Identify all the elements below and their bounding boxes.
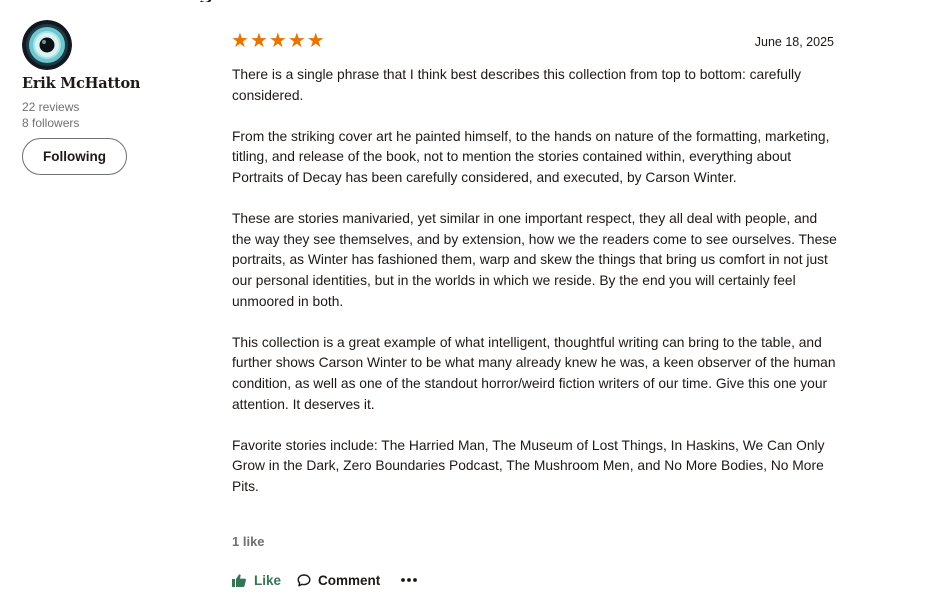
comment-bubble-icon bbox=[297, 573, 311, 587]
clipped-heading-fragment bbox=[198, 0, 214, 2]
comment-label: Comment bbox=[318, 572, 381, 588]
review-paragraph: This collection is a great example of wh… bbox=[232, 334, 836, 412]
review-text: There is a single phrase that I think be… bbox=[232, 65, 838, 518]
avatar[interactable] bbox=[22, 20, 72, 70]
star-icon: ★ bbox=[306, 30, 325, 52]
comment-button[interactable]: Comment bbox=[297, 573, 380, 588]
followers-count[interactable]: 8 followers bbox=[22, 115, 79, 131]
review-paragraph: From the striking cover art he painted h… bbox=[232, 128, 830, 185]
like-label: Like bbox=[254, 572, 282, 588]
review-paragraph: These are stories manivaried, yet simila… bbox=[232, 211, 837, 309]
more-dots-icon bbox=[401, 578, 418, 582]
following-button[interactable]: Following bbox=[22, 138, 127, 175]
star-icon: ★ bbox=[231, 30, 249, 52]
star-icon: ★ bbox=[268, 30, 287, 52]
review-paragraph: There is a single phrase that I think be… bbox=[232, 67, 802, 103]
star-icon: ★ bbox=[249, 30, 268, 52]
review-actions: Like Comment bbox=[232, 570, 418, 590]
reviewer-stats: 22 reviews 8 followers bbox=[22, 99, 79, 131]
thumbs-up-icon bbox=[232, 573, 246, 587]
review-date[interactable]: June 18, 2025 bbox=[700, 35, 834, 49]
likes-count[interactable]: 1 like bbox=[232, 534, 265, 549]
star-icon: ★ bbox=[287, 30, 306, 52]
like-button[interactable]: Like bbox=[232, 573, 281, 588]
star-rating: ★ ★ ★ ★ ★ bbox=[231, 30, 325, 52]
review-paragraph: Favorite stories include: The Harried Ma… bbox=[232, 437, 825, 494]
reviews-count[interactable]: 22 reviews bbox=[22, 99, 79, 115]
more-options-button[interactable] bbox=[401, 578, 418, 582]
reviewer-name[interactable]: Erik McHatton bbox=[22, 75, 140, 92]
